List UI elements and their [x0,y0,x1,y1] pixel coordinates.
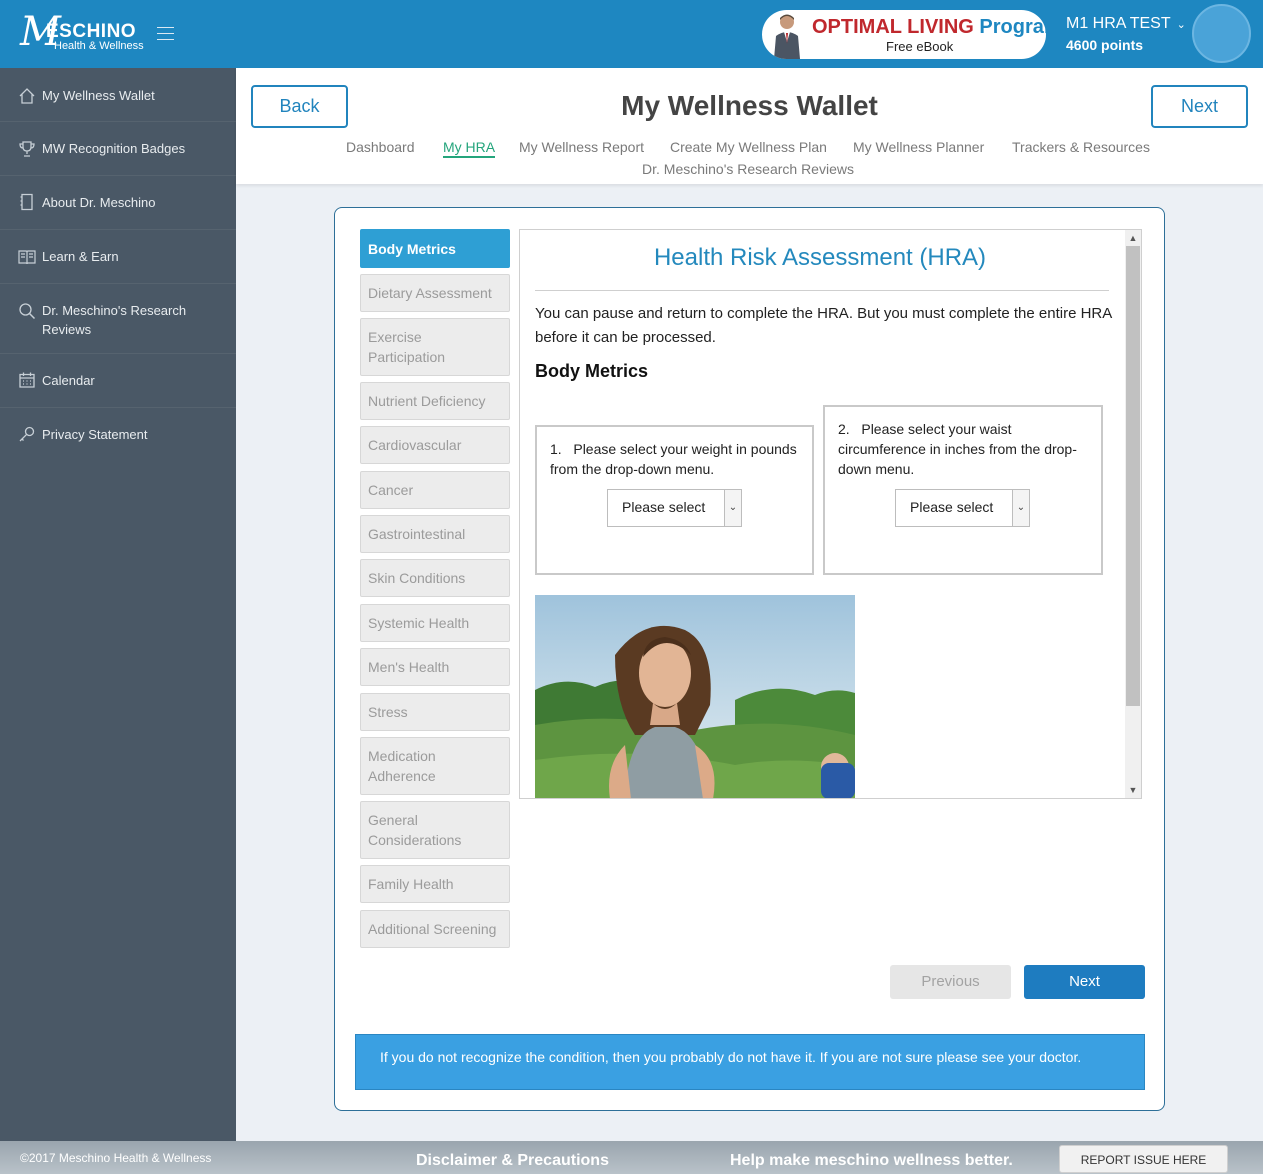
chevron-down-icon: ⌄ [1176,19,1186,31]
notebook-icon [20,193,33,211]
sidebar-item-label: Learn & Earn [42,249,119,264]
sidebar-item-privacy[interactable]: Privacy Statement [0,408,236,462]
runner-photo [535,595,855,798]
header-next-button[interactable]: Next [1151,85,1248,128]
scroll-up-icon[interactable]: ▲ [1125,230,1141,246]
hra-nav-cancer[interactable]: Cancer [360,471,510,509]
calendar-icon [19,372,35,388]
user-name: M1 HRA TEST [1066,15,1171,32]
promo-subtitle: Free eBook [886,39,954,54]
hra-nav-dietary[interactable]: Dietary Assessment [360,274,510,312]
sidebar-item-calendar[interactable]: Calendar [0,354,236,408]
question-text: 1. Please select your weight in pounds f… [550,439,800,479]
optimal-living-promo[interactable]: OPTIMAL LIVING Program Free eBook [762,10,1046,59]
question-number: 2. [838,421,850,437]
promo-title-accent: Program [979,16,1046,38]
help-text: Help make meschino wellness better. [730,1152,1013,1169]
scroll-thumb[interactable] [1126,246,1140,706]
promo-title-main: OPTIMAL LIVING [812,16,974,38]
hra-nav-systemic[interactable]: Systemic Health [360,604,510,642]
chevron-down-icon: ⌄ [724,490,741,526]
hra-nav-exercise[interactable]: Exercise Participation [360,318,510,376]
user-menu[interactable]: M1 HRA TEST ⌄ 4600 points [1066,14,1186,55]
top-bar: M ESCHINO Health & Wellness OPTIMAL LIVI… [0,0,1263,68]
avatar[interactable] [1192,4,1251,63]
tab-research-reviews[interactable]: Dr. Meschino's Research Reviews [642,161,854,177]
sidebar-item-my-wellness-wallet[interactable]: My Wellness Wallet [0,68,236,122]
sidebar-item-research-reviews[interactable]: Dr. Meschino's Research Reviews [0,284,236,354]
section-title: Body Metrics [535,361,649,381]
hra-nav-family[interactable]: Family Health [360,865,510,903]
sidebar-item-label: Privacy Statement [42,427,148,442]
report-issue-button[interactable]: REPORT ISSUE HERE [1059,1145,1228,1173]
book-icon [18,250,36,265]
weight-select[interactable]: Please select ⌄ [607,489,742,527]
hra-nav-nutrient[interactable]: Nutrient Deficiency [360,382,510,420]
disclaimer-link[interactable]: Disclaimer & Precautions [416,1152,609,1170]
scroll-down-icon[interactable]: ▼ [1125,782,1141,798]
question-number: 1. [550,441,562,457]
question-label: Please select your weight in pounds from… [550,441,797,477]
sidebar-item-label: My Wellness Wallet [42,88,155,103]
home-icon [19,88,35,104]
logo-name: ESCHINO [46,21,137,42]
sidebar-item-label: MW Recognition Badges [42,141,186,156]
previous-button[interactable]: Previous [890,965,1011,999]
tab-wellness-report[interactable]: My Wellness Report [519,139,644,155]
waist-select[interactable]: Please select ⌄ [895,489,1030,527]
page-header: Back My Wellness Wallet Next Dashboard M… [236,68,1263,184]
tab-create-plan[interactable]: Create My Wellness Plan [670,139,827,155]
hra-title: Health Risk Assessment (HRA) [653,244,987,271]
key-icon [19,426,35,442]
tab-my-hra[interactable]: My HRA [443,139,496,158]
hra-nav-cardiovascular[interactable]: Cardiovascular [360,426,510,464]
meschino-logo[interactable]: M ESCHINO Health & Wellness [18,10,148,58]
search-icon [19,303,36,320]
info-note: If you do not recognize the condition, t… [355,1034,1145,1090]
promo-title: OPTIMAL LIVING Program [812,16,1046,39]
hra-nav-medication[interactable]: Medication Adherence [360,737,510,795]
hra-nav-stress[interactable]: Stress [360,693,510,731]
footer: ©2017 Meschino Health & Wellness Disclai… [0,1141,1263,1174]
tab-wellness-planner[interactable]: My Wellness Planner [853,139,984,155]
hra-nav-skin[interactable]: Skin Conditions [360,559,510,597]
tab-dashboard[interactable]: Dashboard [346,139,415,155]
tab-trackers[interactable]: Trackers & Resources [1012,139,1150,155]
hra-card: Body Metrics Dietary Assessment Exercise… [334,207,1165,1111]
select-value: Please select [622,499,706,515]
sidebar-item-recognition-badges[interactable]: MW Recognition Badges [0,122,236,176]
trophy-icon [19,141,35,157]
sidebar-item-label: Dr. Meschino's Research Reviews [42,303,187,337]
question-waist: 2. Please select your waist circumferenc… [823,405,1103,575]
next-button[interactable]: Next [1024,965,1145,999]
sidebar-item-learn-earn[interactable]: Learn & Earn [0,230,236,284]
hra-intro: You can pause and return to complete the… [535,305,1112,346]
doctor-portrait-icon [774,14,800,59]
user-points: 4600 points [1066,37,1144,53]
sidebar: My Wellness Wallet MW Recognition Badges… [0,68,236,1141]
select-value: Please select [910,499,994,515]
hra-content-panel[interactable]: Health Risk Assessment (HRA) You can pau… [519,229,1142,799]
question-weight: 1. Please select your weight in pounds f… [535,425,814,575]
panel-scrollbar[interactable]: ▲ ▼ [1125,230,1141,798]
sidebar-item-label: Calendar [42,373,95,388]
question-label: Please select your waist circumference i… [838,421,1077,477]
hra-nav-gastrointestinal[interactable]: Gastrointestinal [360,515,510,553]
hra-nav-additional[interactable]: Additional Screening [360,910,510,948]
user-name-row[interactable]: M1 HRA TEST ⌄ [1066,14,1186,35]
copyright: ©2017 Meschino Health & Wellness [20,1151,212,1165]
chevron-down-icon: ⌄ [1012,490,1029,526]
logo-tagline: Health & Wellness [54,40,144,52]
hra-nav-mens-health[interactable]: Men's Health [360,648,510,686]
hamburger-menu-icon[interactable] [157,27,174,41]
sidebar-item-label: About Dr. Meschino [42,195,156,210]
sidebar-item-about[interactable]: About Dr. Meschino [0,176,236,230]
page-title: My Wellness Wallet [621,90,878,121]
hra-nav-general[interactable]: General Considerations [360,801,510,859]
hra-nav-body-metrics[interactable]: Body Metrics [360,229,510,268]
question-text: 2. Please select your waist circumferenc… [838,419,1088,479]
divider [535,290,1109,291]
